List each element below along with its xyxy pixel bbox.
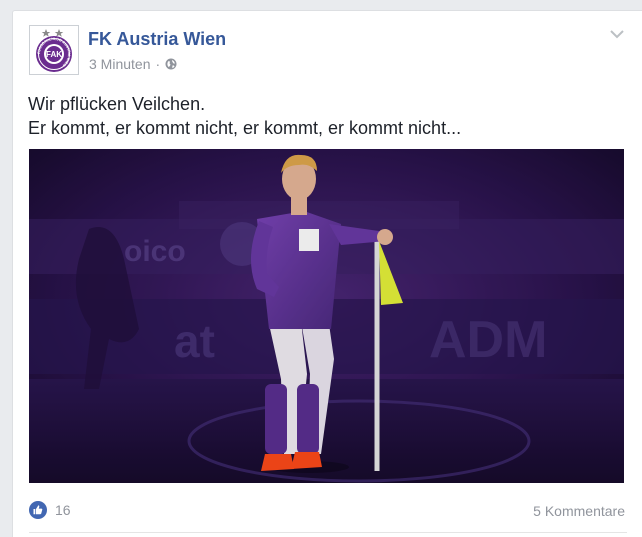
meta-separator: · [155,56,161,72]
photo-image: oico at ADM [29,149,624,483]
comments-count-link[interactable]: 5 Kommentare [533,503,625,519]
thumbs-up-icon [29,501,47,519]
post-text: Wir pflücken Veilchen. Er kommt, er komm… [28,92,628,140]
globe-icon[interactable] [165,58,177,70]
post-meta: 3 Minuten · [89,56,177,72]
page-name-link[interactable]: FK Austria Wien [88,29,226,50]
post-photo[interactable]: oico at ADM [29,149,624,483]
post-card: FAK FUSSBALLKLUB AUSTRIA WIEN FK Austria… [12,10,642,537]
page-avatar[interactable]: FAK FUSSBALLKLUB AUSTRIA WIEN [29,25,79,75]
chevron-down-icon[interactable] [609,27,625,41]
logo-text: FAK [46,50,62,59]
post-text-line-1: Wir pflücken Veilchen. [28,94,206,114]
likes-count: 16 [55,502,71,518]
post-timestamp[interactable]: 3 Minuten [89,56,150,72]
post-text-line-2: Er kommt, er kommt nicht, er kommt, er k… [28,118,462,138]
footer-divider [29,532,627,533]
reactions-summary[interactable]: 16 [29,501,71,519]
austria-wien-logo: FAK FUSSBALLKLUB AUSTRIA WIEN [36,29,72,72]
